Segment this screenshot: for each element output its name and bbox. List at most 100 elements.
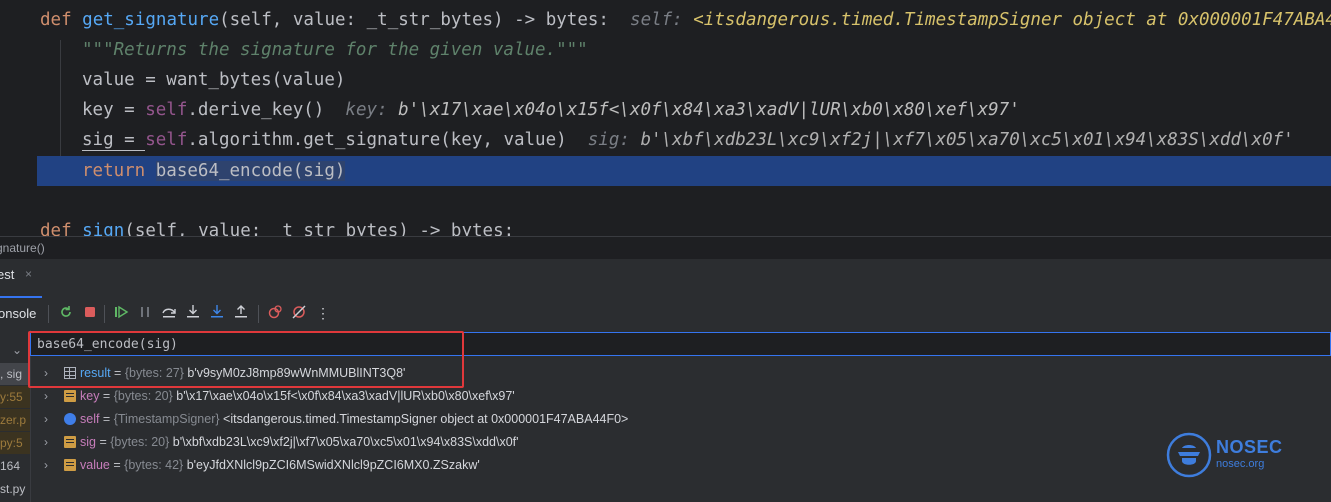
- code-text: .derive_key(): [187, 100, 325, 120]
- expand-arrow-icon[interactable]: ›: [44, 408, 48, 430]
- debugger-variables-panel: ⌄ , sig y:55 zer.p py:5 164 st.py › resu…: [0, 330, 1331, 502]
- stop-icon[interactable]: [81, 304, 99, 322]
- variable-row-result[interactable]: › result = {bytes: 27} b'v9syM0zJ8mp89wW…: [30, 362, 1130, 384]
- inline-hint-label: self:: [630, 10, 683, 30]
- variable-value: b'eyJfdXNlcl9pZCI6MSwidXNlcl9pZCI6MX0.ZS…: [186, 458, 480, 472]
- code-line-def[interactable]: def get_signature(self, value: _t_str_by…: [0, 5, 1331, 35]
- pause-icon[interactable]: [136, 304, 154, 322]
- table-icon: [64, 367, 76, 379]
- close-icon[interactable]: ×: [25, 267, 32, 281]
- variable-value: b'v9syM0zJ8mp89wWnMMUBlINT3Q8': [187, 366, 406, 380]
- variable-type: {bytes: 20}: [113, 389, 173, 403]
- variable-row-value[interactable]: › value = {bytes: 42} b'eyJfdXNlcl9pZCI6…: [30, 454, 1130, 476]
- equals-sign: =: [99, 389, 114, 403]
- self-keyword: self: [145, 100, 188, 120]
- variable-row-key[interactable]: › key = {bytes: 20} b'\x17\xae\x04o\x15f…: [30, 385, 1130, 407]
- expand-arrow-icon[interactable]: ›: [44, 362, 48, 384]
- variable-value: b'\xbf\xdb23L\xc9\xf2j|\xf7\x05\xa70\xc5…: [172, 435, 519, 449]
- code-line-docstring[interactable]: """Returns the signature for the given v…: [0, 35, 588, 65]
- list-icon: [64, 390, 76, 402]
- docstring: """Returns the signature for the given v…: [82, 40, 588, 60]
- frames-list[interactable]: ⌄ , sig y:55 zer.p py:5 164 st.py: [0, 330, 31, 502]
- variable-row-self[interactable]: › self = {TimestampSigner} <itsdangerous…: [30, 408, 1130, 430]
- nosec-watermark: NOSEC nosec.org: [1166, 432, 1286, 478]
- expand-arrow-icon[interactable]: ›: [44, 454, 48, 476]
- breadcrumb-item[interactable]: gnature(): [0, 241, 45, 255]
- code-text: .algorithm.get_signature(key, value): [187, 130, 567, 150]
- step-out-icon[interactable]: [232, 304, 250, 322]
- step-into-my-code-icon[interactable]: [208, 304, 226, 322]
- frame-item[interactable]: ⌄: [0, 334, 30, 356]
- def-keyword: def: [40, 221, 72, 236]
- step-over-icon[interactable]: [160, 304, 178, 322]
- code-line-def-sign[interactable]: def sign(self, value: _t_str_bytes) -> b…: [0, 216, 514, 236]
- view-breakpoints-icon[interactable]: [266, 304, 284, 322]
- rerun-icon[interactable]: [57, 304, 75, 322]
- variable-type: {bytes: 20}: [110, 435, 170, 449]
- code-text: sig =: [82, 130, 146, 151]
- nosec-logo-icon: [1166, 432, 1212, 478]
- equals-sign: =: [109, 458, 125, 472]
- equals-sign: =: [95, 435, 111, 449]
- code-text: key =: [82, 100, 146, 120]
- mute-breakpoints-icon[interactable]: [290, 304, 308, 322]
- self-keyword: self: [145, 130, 188, 150]
- inline-hint-value: b'\xbf\xdb23L\xc9\xf2j|\xf7\x05\xa70\xc5…: [640, 130, 1294, 150]
- return-keyword: return: [82, 161, 146, 181]
- watermark-title: NOSEC: [1216, 437, 1283, 457]
- frame-item[interactable]: , sig: [0, 363, 30, 385]
- code-line-sig[interactable]: sig = self.algorithm.get_signature(key, …: [0, 125, 1294, 155]
- variable-value: <itsdangerous.timed.TimestampSigner obje…: [223, 412, 629, 426]
- frame-item[interactable]: y:55: [0, 386, 30, 408]
- chevron-down-icon[interactable]: ⌄: [12, 339, 22, 356]
- inline-hint-label: sig:: [587, 130, 630, 150]
- function-params: (self, value: _t_str_bytes) -> bytes:: [219, 10, 609, 30]
- tab-debug-session[interactable]: est: [0, 267, 14, 282]
- variable-type: {bytes: 42}: [124, 458, 184, 472]
- variable-name: sig: [80, 435, 96, 449]
- variable-type: {TimestampSigner}: [113, 412, 220, 426]
- expand-arrow-icon[interactable]: ›: [44, 385, 48, 407]
- expand-arrow-icon[interactable]: ›: [44, 431, 48, 453]
- inline-hint-label: key:: [345, 100, 388, 120]
- frame-item[interactable]: zer.p: [0, 409, 30, 431]
- current-execution-line[interactable]: return base64_encode(sig): [37, 156, 1331, 186]
- frame-item[interactable]: st.py: [0, 478, 30, 500]
- variable-name: self: [80, 412, 100, 426]
- code-editor[interactable]: def get_signature(self, value: _t_str_by…: [0, 0, 1331, 236]
- tab-console[interactable]: onsole: [0, 306, 36, 321]
- code-line-key[interactable]: key = self.derive_key() key: b'\x17\xae\…: [0, 95, 1020, 125]
- variable-name: result: [80, 366, 111, 380]
- code-line-value[interactable]: value = want_bytes(value): [0, 65, 345, 95]
- variable-value: b'\x17\xae\x04o\x15f<\x0f\x84\xa3\xadV|l…: [176, 389, 515, 403]
- code-text: value = want_bytes(value): [82, 70, 346, 90]
- toolbar-separator: [48, 305, 49, 323]
- step-into-icon[interactable]: [184, 304, 202, 322]
- equals-sign: =: [110, 366, 125, 380]
- function-name: get_signature: [82, 10, 220, 30]
- debug-toolbar: onsole ⋮: [0, 298, 1331, 330]
- list-icon: [64, 459, 76, 471]
- variable-row-sig[interactable]: › sig = {bytes: 20} b'\xbf\xdb23L\xc9\xf…: [30, 431, 1130, 453]
- frame-item[interactable]: 164: [0, 455, 30, 477]
- inline-hint-value: b'\x17\xae\x04o\x15f<\x0f\x84\xa3\xadV|l…: [398, 100, 1020, 120]
- equals-sign: =: [99, 412, 114, 426]
- def-keyword: def: [40, 10, 72, 30]
- toolbar-separator: [104, 305, 105, 323]
- frame-item[interactable]: py:5: [0, 432, 30, 454]
- debug-tab-bar: est ×: [0, 258, 1331, 298]
- breadcrumb[interactable]: gnature(): [0, 236, 1331, 258]
- evaluate-expression-input[interactable]: [37, 335, 637, 353]
- more-options-icon[interactable]: ⋮: [314, 304, 332, 322]
- function-name: sign: [82, 221, 125, 236]
- variable-type: {bytes: 27}: [124, 366, 184, 380]
- watermark-subtitle: nosec.org: [1216, 458, 1265, 470]
- inline-hint-value: <itsdangerous.timed.TimestampSigner obje…: [693, 10, 1331, 30]
- object-icon: [64, 413, 76, 425]
- function-params: (self, value: _t_str_bytes) -> bytes:: [124, 221, 515, 236]
- toolbar-separator: [258, 305, 259, 323]
- resume-icon[interactable]: [112, 304, 130, 322]
- evaluate-expression-bar[interactable]: [30, 332, 1331, 356]
- return-expression: base64_encode(sig): [155, 161, 346, 181]
- variable-name: value: [80, 458, 110, 472]
